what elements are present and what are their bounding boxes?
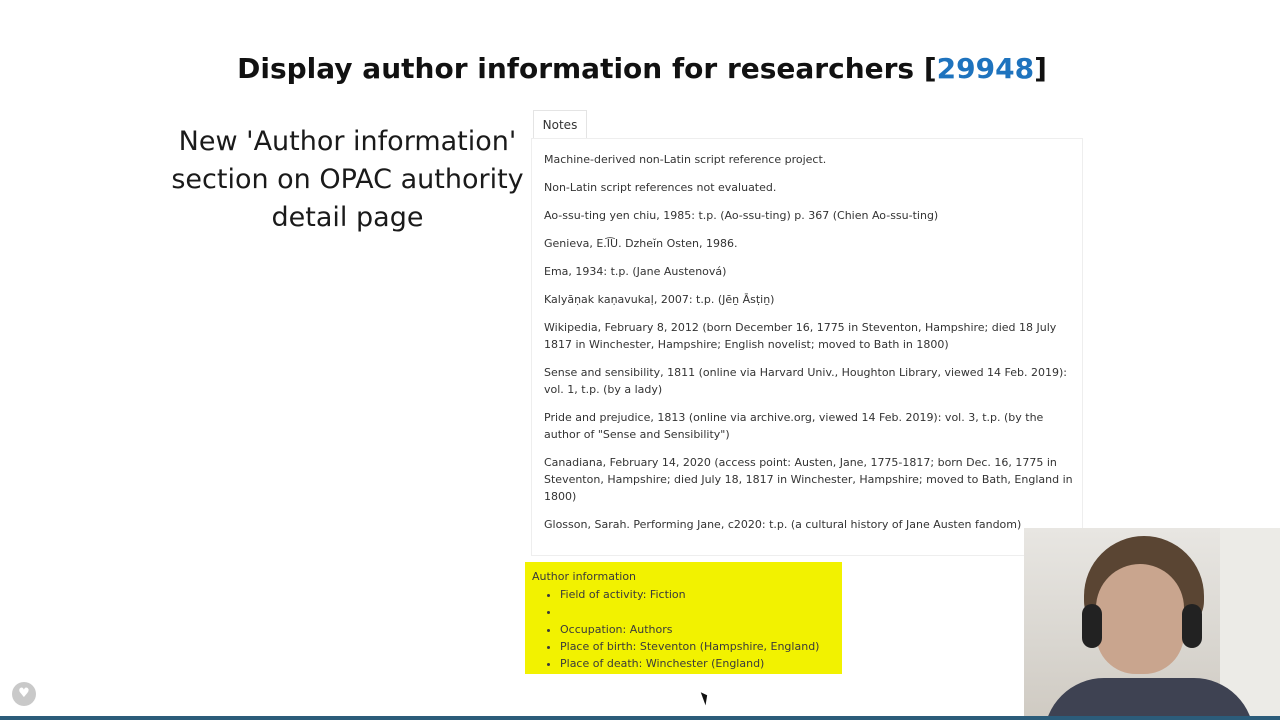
author-info-item (560, 603, 842, 620)
notes-panel: Machine-derived non-Latin script referen… (531, 138, 1083, 556)
presenter-shirt (1044, 678, 1254, 720)
author-information-heading: Author information (532, 570, 637, 583)
note-item: Kalyāṇak kaṇavukaḷ, 2007: t.p. (Jēṉ Āsṭi… (544, 293, 775, 306)
note-item: Non-Latin script references not evaluate… (544, 181, 777, 194)
tab-notes[interactable]: Notes (533, 110, 587, 139)
headphones-icon (1182, 604, 1202, 648)
presenter-webcam (1024, 528, 1280, 720)
presenter-face (1096, 564, 1184, 674)
note-item: Canadiana, February 14, 2020 (access poi… (544, 456, 1073, 503)
note-item: Ema, 1934: t.p. (Jane Austenová) (544, 265, 727, 278)
note-item: Ao-ssu-ting yen chiu, 1985: t.p. (Ao-ssu… (544, 209, 939, 222)
author-info-item: Place of birth: Steventon (Hampshire, En… (560, 638, 842, 655)
headphones-icon (1082, 604, 1102, 648)
author-info-item: Occupation: Authors (560, 621, 842, 638)
author-info-item: Place of death: Winchester (England) (560, 655, 842, 672)
note-item: Wikipedia, February 8, 2012 (born Decemb… (544, 321, 1057, 351)
slide-title-suffix: ] (1034, 52, 1047, 85)
slide-title: Display author information for researche… (0, 52, 1280, 85)
note-item: Machine-derived non-Latin script referen… (544, 153, 827, 166)
slide-caption: New 'Author information' section on OPAC… (171, 126, 524, 233)
note-item: Genieva, E.I͡U. Dzheĭn Osten, 1986. (544, 237, 738, 250)
note-item: Pride and prejudice, 1813 (online via ar… (544, 411, 1044, 441)
mouse-cursor-icon (700, 690, 711, 706)
slide-title-text: Display author information for researche… (237, 52, 937, 85)
notes-list: Machine-derived non-Latin script referen… (544, 151, 1074, 544)
note-item: Glosson, Sarah. Performing Jane, c2020: … (544, 518, 1022, 531)
heart-icon[interactable]: ♥ (12, 682, 36, 706)
progress-bar (0, 716, 1280, 720)
author-information-list: Field of activity: Fiction Occupation: A… (532, 586, 842, 672)
bug-link[interactable]: 29948 (937, 52, 1034, 85)
author-info-item: Field of activity: Fiction (560, 586, 842, 603)
note-item: Sense and sensibility, 1811 (online via … (544, 366, 1068, 396)
author-information-section: Author information Field of activity: Fi… (525, 562, 842, 674)
